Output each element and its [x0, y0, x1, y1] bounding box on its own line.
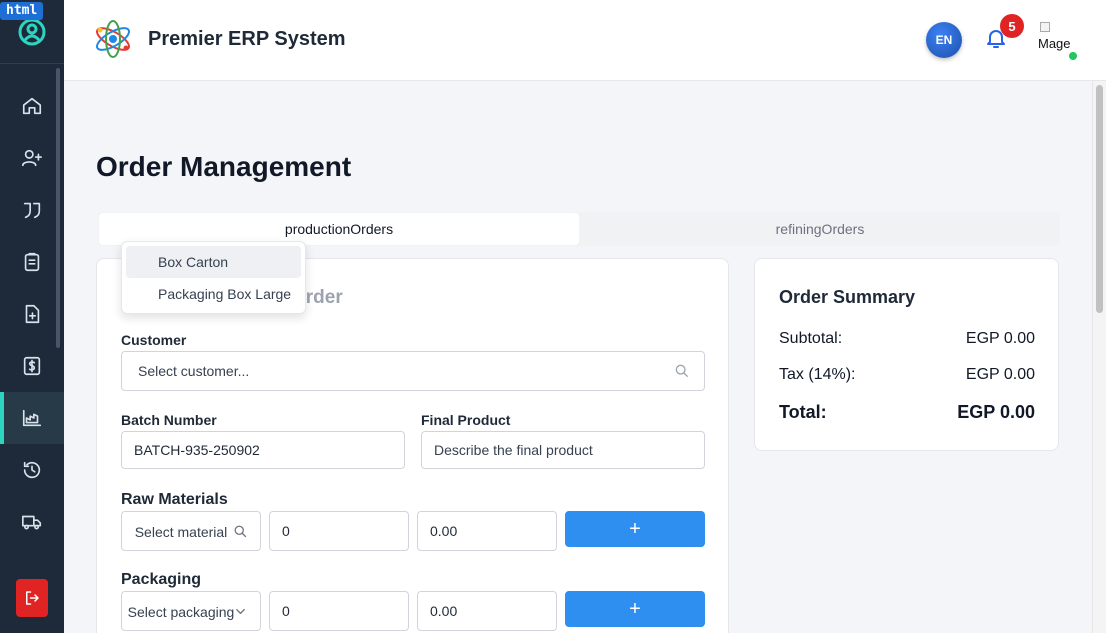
packaging-price-input[interactable]: 0.00	[417, 591, 557, 631]
order-summary-card: Order Summary Subtotal: EGP 0.00 Tax (14…	[754, 258, 1059, 451]
sidebar-item-new-invoice[interactable]	[0, 288, 64, 340]
search-icon	[675, 364, 688, 377]
app-logo-icon	[18, 18, 46, 45]
add-raw-material-button[interactable]: +	[565, 511, 705, 547]
subtotal-row: Subtotal: EGP 0.00	[779, 330, 1035, 348]
packaging-quantity-input[interactable]: 0	[269, 591, 409, 631]
brand[interactable]: Premier ERP System	[92, 18, 346, 60]
raw-material-quantity-input[interactable]: 0	[269, 511, 409, 551]
batch-number-input[interactable]: BATCH-935-250902	[121, 431, 405, 469]
batch-number-value: BATCH-935-250902	[134, 442, 260, 458]
subtotal-label: Subtotal:	[779, 330, 843, 347]
online-status-dot	[1067, 50, 1079, 62]
raw-material-select-label: Select material	[134, 524, 228, 540]
chevron-down-icon	[236, 609, 245, 614]
sidebar-item-finance[interactable]	[0, 340, 64, 392]
sidebar-item-home[interactable]	[0, 80, 64, 132]
raw-price-value: 0.00	[430, 523, 458, 539]
total-row: Total: EGP 0.00	[779, 402, 1035, 423]
packaging-select[interactable]: Select packaging	[121, 591, 261, 631]
subtotal-value: EGP 0.00	[965, 330, 1035, 347]
total-label: Total:	[779, 402, 827, 422]
search-icon	[234, 525, 247, 538]
raw-material-select[interactable]: Select material	[121, 511, 261, 551]
batch-number-label: Batch Number	[121, 412, 217, 428]
sidebar-logo-area: html	[0, 0, 64, 64]
packaging-label: Packaging	[121, 571, 202, 588]
logout-button[interactable]	[16, 579, 48, 617]
top-bar: Premier ERP System EN 5 Mage	[64, 0, 1106, 81]
packaging-select-label: Select packaging	[127, 604, 235, 620]
sidebar-item-production[interactable]	[0, 392, 64, 444]
atom-logo-icon	[96, 20, 130, 58]
history-icon	[23, 461, 41, 479]
total-value: EGP 0.00	[957, 402, 1035, 422]
main-scrollbar[interactable]	[1092, 81, 1106, 633]
quote-icon	[23, 202, 41, 219]
dollar-icon	[23, 356, 41, 376]
production-order-form: Create Production Order Customer Select …	[96, 258, 729, 633]
final-product-placeholder: Describe the final product	[434, 442, 593, 458]
sidebar-item-add-user[interactable]	[0, 132, 64, 184]
language-button[interactable]: EN	[926, 22, 962, 58]
main-content: Order Management productionOrders refini…	[64, 81, 1092, 633]
packaging-quantity-value: 0	[282, 603, 290, 619]
tax-value: EGP 0.00	[965, 366, 1035, 383]
broken-image-icon	[1040, 22, 1050, 32]
dropdown-option[interactable]: Box Carton	[126, 246, 301, 278]
file-plus-icon	[25, 304, 40, 324]
page-title: Order Management	[96, 151, 352, 182]
final-product-input[interactable]: Describe the final product	[421, 431, 705, 469]
sidebar-item-delivery[interactable]	[0, 496, 64, 548]
summary-title: Order Summary	[779, 287, 916, 307]
dropdown-option[interactable]: Packaging Box Large	[126, 278, 301, 310]
tax-row: Tax (14%): EGP 0.00	[779, 366, 1035, 384]
customer-search-input[interactable]: Select customer...	[121, 351, 705, 391]
sidebar-item-history[interactable]	[0, 444, 64, 496]
final-product-label: Final Product	[421, 412, 511, 428]
sidebar-item-quotes[interactable]	[0, 184, 64, 236]
packaging-dropdown-menu: Box Carton Packaging Box Large	[121, 241, 306, 314]
factory-icon	[22, 409, 42, 427]
clipboard-icon	[24, 252, 40, 272]
add-user-icon	[22, 149, 42, 167]
raw-material-price-input[interactable]: 0.00	[417, 511, 557, 551]
raw-materials-label: Raw Materials	[121, 491, 228, 508]
logout-icon	[26, 591, 39, 605]
sidebar: html	[0, 0, 64, 633]
app-title: Premier ERP System	[148, 27, 346, 50]
tab-refining-orders[interactable]: refiningOrders	[580, 212, 1060, 246]
customer-label: Customer	[121, 332, 187, 348]
notification-count-badge: 5	[1000, 14, 1024, 38]
raw-quantity-value: 0	[282, 523, 290, 539]
main-scrollbar-thumb[interactable]	[1096, 85, 1103, 313]
truck-icon	[22, 515, 42, 530]
add-packaging-button[interactable]: +	[565, 591, 705, 627]
tax-label: Tax (14%):	[779, 366, 856, 383]
html-badge: html	[0, 2, 44, 20]
home-icon	[22, 97, 42, 115]
packaging-price-value: 0.00	[430, 603, 458, 619]
customer-placeholder: Select customer...	[138, 363, 250, 379]
sidebar-item-tasks[interactable]	[0, 236, 64, 288]
